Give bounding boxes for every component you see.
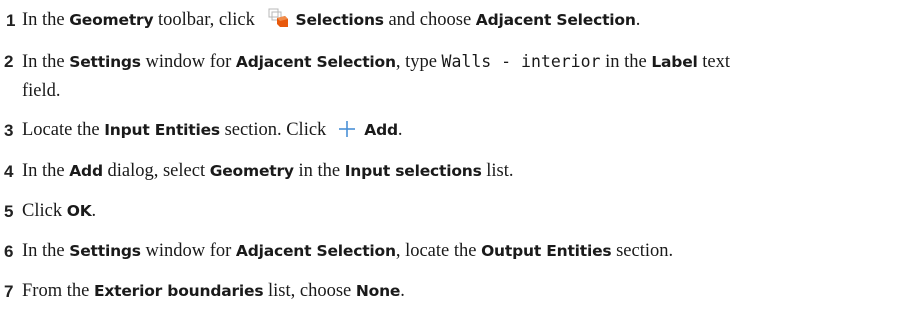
step-number: 6 (4, 242, 14, 261)
list-name: Exterior boundaries (93, 282, 264, 300)
list-item-name: Geometry (209, 162, 294, 180)
step-text: In the Geometry toolbar, click Selection… (22, 6, 640, 38)
step-text: In the Settings window for Adjacent Sele… (22, 241, 674, 261)
node-name: Adjacent Selection (235, 53, 396, 71)
step-number: 1 (6, 11, 16, 30)
step-number: 7 (4, 282, 14, 301)
step-text: In the Settings window for Adjacent Sele… (22, 52, 731, 101)
window-name: Settings (69, 53, 141, 71)
list-name: Input selections (344, 162, 482, 180)
dialog-name: Add (69, 162, 103, 180)
step-text: Click OK. (22, 201, 97, 221)
selections-icon (268, 8, 290, 38)
toolbar-name: Geometry (69, 11, 154, 29)
ok-button-label: OK (66, 202, 92, 220)
node-name: Adjacent Selection (235, 242, 396, 260)
step-number: 5 (4, 202, 14, 221)
window-name: Settings (69, 242, 141, 260)
plus-icon (338, 119, 356, 148)
selections-menu-label: Selections (295, 11, 385, 29)
typed-value: Walls - interior (441, 52, 601, 71)
list-option: None (355, 282, 401, 300)
step-text: From the Exterior boundaries list, choos… (22, 281, 405, 301)
add-button-label: Add (364, 121, 398, 139)
section-name: Output Entities (481, 242, 612, 260)
step-number: 4 (4, 162, 14, 181)
field-name: Label (651, 53, 698, 71)
section-name: Input Entities (104, 121, 220, 139)
step-text: Locate the Input Entities section. Click… (22, 116, 403, 148)
step-number: 2 (4, 52, 14, 71)
step-number: 3 (4, 121, 14, 140)
step-text: In the Add dialog, select Geometry in th… (22, 161, 514, 181)
menu-option: Adjacent Selection (475, 11, 636, 29)
